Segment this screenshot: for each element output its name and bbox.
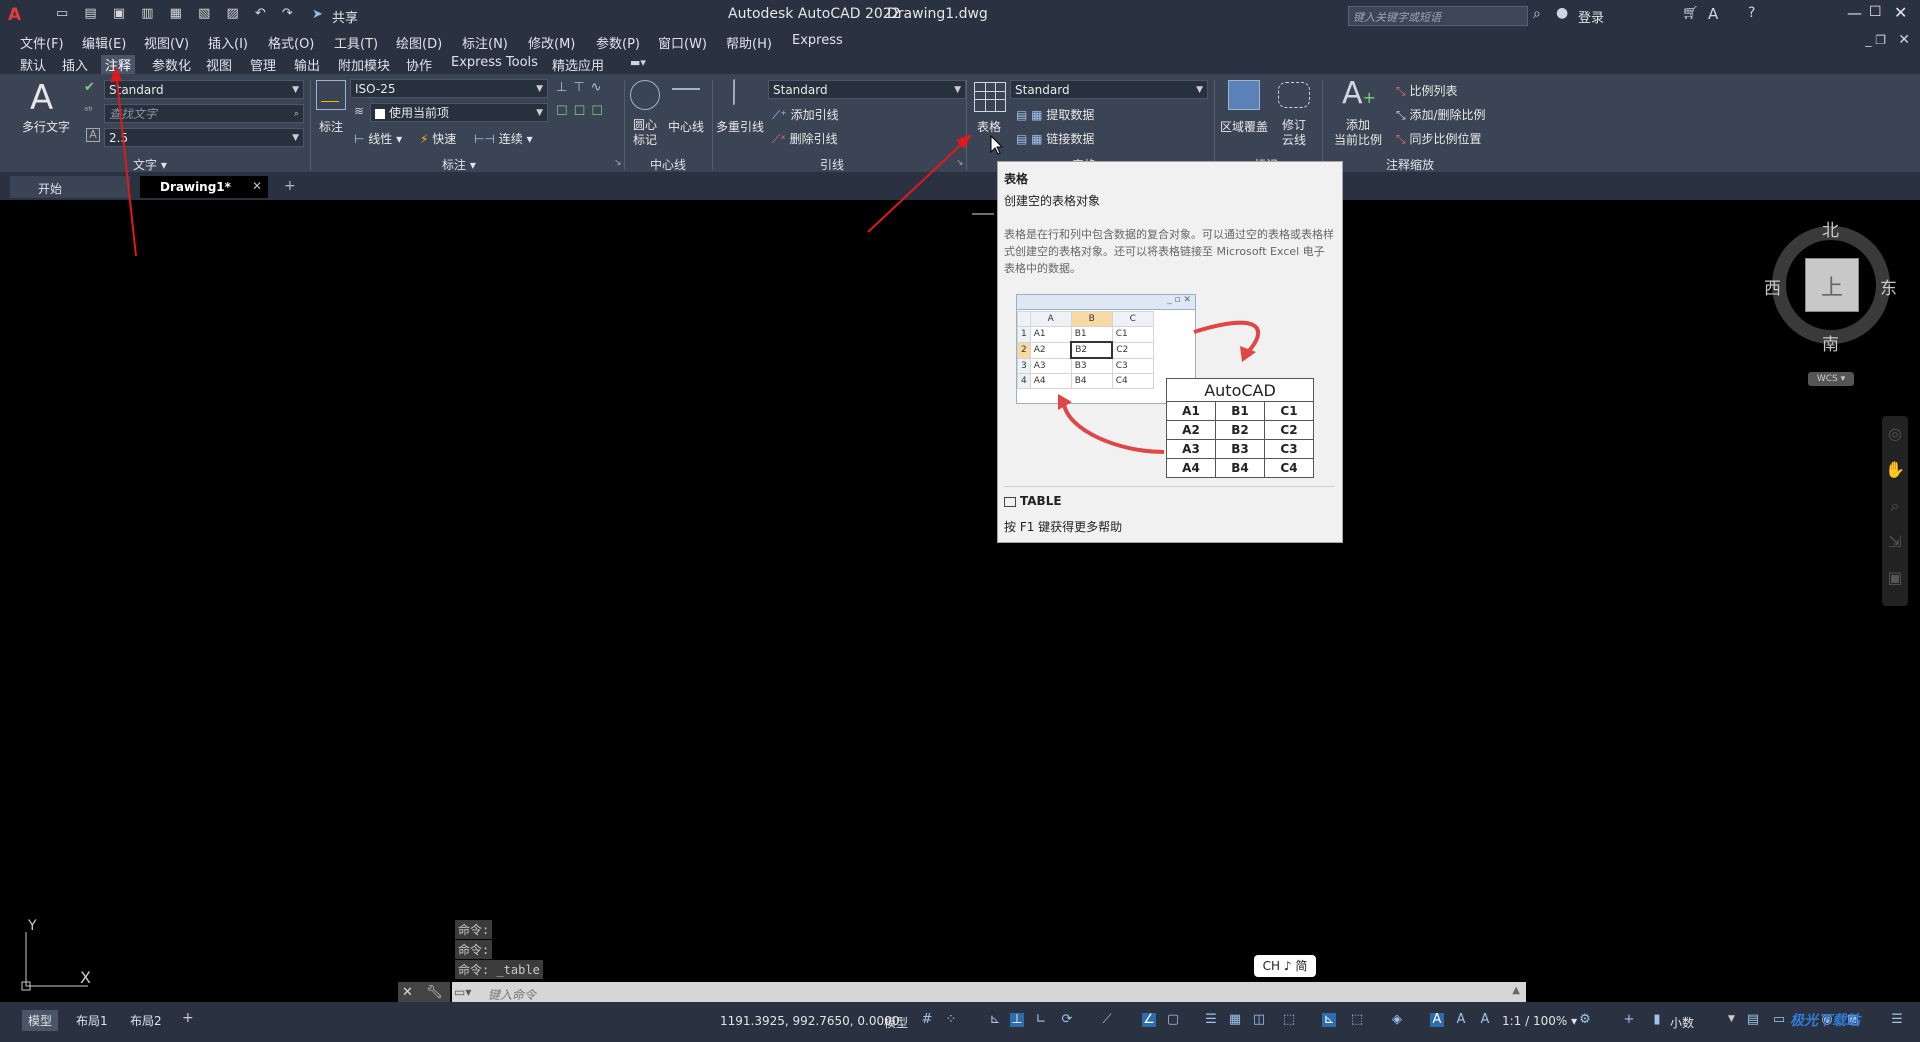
nav-tools-icons: ◎ ✋ ⌕ ⇲ ▣ (1885, 424, 1905, 587)
viewcube-top-face[interactable]: 上 (1805, 258, 1859, 312)
annotation-visibility-icon[interactable]: A (1430, 1013, 1444, 1027)
command-input[interactable]: 键入命令 (488, 986, 536, 1003)
units-dropdown-icon[interactable]: ▼ (1728, 1014, 1735, 1024)
customize-cmdline-icon: 🔧︎ (426, 985, 443, 1000)
layout-tab-2[interactable]: 布局2 (124, 1010, 168, 1031)
annotation-arrows (110, 66, 1004, 257)
compass-east[interactable]: 东 (1880, 274, 1897, 299)
ucs-y-label: Y (28, 918, 37, 934)
3d-osnap-icon[interactable]: ⬚ (1282, 1013, 1296, 1027)
selection-filter-icon[interactable]: ⬚ (1350, 1013, 1364, 1027)
close-cmdline-icon: ✕ (402, 985, 413, 1000)
transparency-icon[interactable]: ▦ (1228, 1013, 1242, 1027)
customization-menu-icon[interactable]: ☰ (1890, 1013, 1904, 1027)
grid-icon[interactable]: # (920, 1013, 934, 1027)
osnap-icon[interactable]: ▢ (1166, 1013, 1180, 1027)
dynamic-input-icon[interactable]: ⊥ (1010, 1013, 1024, 1027)
coordinates-readout[interactable]: 1191.3925, 992.7650, 0.0000 (720, 1014, 899, 1028)
infer-constraints-icon[interactable]: ⊾ (988, 1013, 1002, 1027)
command-history-line: 命令: _table (455, 960, 543, 979)
command-history-line: 命令: (455, 920, 493, 939)
isodraft-icon[interactable]: ⟋ (1100, 1013, 1114, 1027)
navigation-bar[interactable]: ◎ ✋ ⌕ ⇲ ▣ (1882, 416, 1908, 606)
command-line[interactable]: ▭▾ 键入命令 ▲ (452, 982, 1526, 1004)
red-arrow-tab (115, 71, 137, 257)
table-cmd-icon (1004, 496, 1016, 507)
snap-icon[interactable]: ⁘ (944, 1013, 958, 1027)
compass-north[interactable]: 北 (1822, 216, 1839, 241)
auto-scale-icon[interactable]: A (1454, 1013, 1468, 1027)
command-history-icon: ▭▾ (454, 985, 472, 999)
annotation-monitor-icon[interactable]: + (1622, 1013, 1636, 1027)
gizmo-icon[interactable]: ◈ (1390, 1013, 1404, 1027)
layout-tab-model[interactable]: 模型 (22, 1010, 59, 1031)
ime-indicator[interactable]: CH ♪ 简 (1254, 955, 1316, 977)
polar-icon[interactable]: ⟳ (1060, 1013, 1074, 1027)
red-arrow-table (867, 139, 967, 233)
status-bar: 模型 布局1 布局2 + 1191.3925, 992.7650, 0.0000… (0, 1002, 1920, 1042)
add-layout-button[interactable]: + (182, 1010, 194, 1026)
annotation-scale-select[interactable]: 1:1 / 100% ▾ (1502, 1014, 1577, 1028)
tooltip-divider (1004, 486, 1334, 487)
wcs-menu-button[interactable]: WCS ▾ (1808, 372, 1854, 386)
ucs-x-label: X (80, 968, 91, 987)
object-snap-tracking-icon[interactable]: ∠ (1142, 1013, 1156, 1027)
layout-tab-1[interactable]: 布局1 (70, 1010, 114, 1031)
quick-properties-icon[interactable]: ▤ (1746, 1013, 1760, 1027)
watermark-logo: 极光下载站 (1790, 1013, 1860, 1029)
compass-west[interactable]: 西 (1764, 274, 1781, 299)
tooltip-help: 按 F1 键获得更多帮助 (1004, 520, 1123, 534)
annotation-scale-icon[interactable]: A (1478, 1013, 1492, 1027)
command-line-controls[interactable]: ✕ 🔧︎ (398, 982, 450, 1004)
ortho-icon[interactable]: ∟ (1034, 1013, 1048, 1027)
dynamic-ucs-icon[interactable]: ⊾ (1322, 1013, 1336, 1027)
cmdline-expand-icon: ▲ (1512, 985, 1520, 996)
lineweight-icon[interactable]: ☰ (1204, 1013, 1218, 1027)
compass-south[interactable]: 南 (1822, 330, 1839, 355)
tooltip-command: TABLE (1004, 494, 1062, 508)
model-space-button[interactable]: 模型 (884, 1014, 908, 1031)
selection-cycling-icon[interactable]: ◫ (1252, 1013, 1266, 1027)
link-arrows (1058, 320, 1261, 454)
mouse-cursor-icon (990, 134, 1004, 155)
units-icon[interactable]: ▮ (1650, 1013, 1664, 1027)
workspace-gear-icon[interactable]: ⚙ (1578, 1013, 1592, 1027)
red-arrowhead-tab (110, 66, 122, 82)
lock-ui-icon[interactable]: ▭ (1772, 1013, 1786, 1027)
units-select[interactable]: 小数 (1670, 1014, 1694, 1031)
table-tooltip: 表格 创建空的表格对象 表格是在行和列中包含数据的复合对象。可以通过空的表格或表… (997, 161, 1343, 543)
autocad-table-illustration: AutoCAD A1 B1 C1 A2 B2 C2 A3 B3 C3 A4 B4 C4 (1166, 378, 1314, 478)
command-history-line: 命令: (455, 940, 493, 959)
